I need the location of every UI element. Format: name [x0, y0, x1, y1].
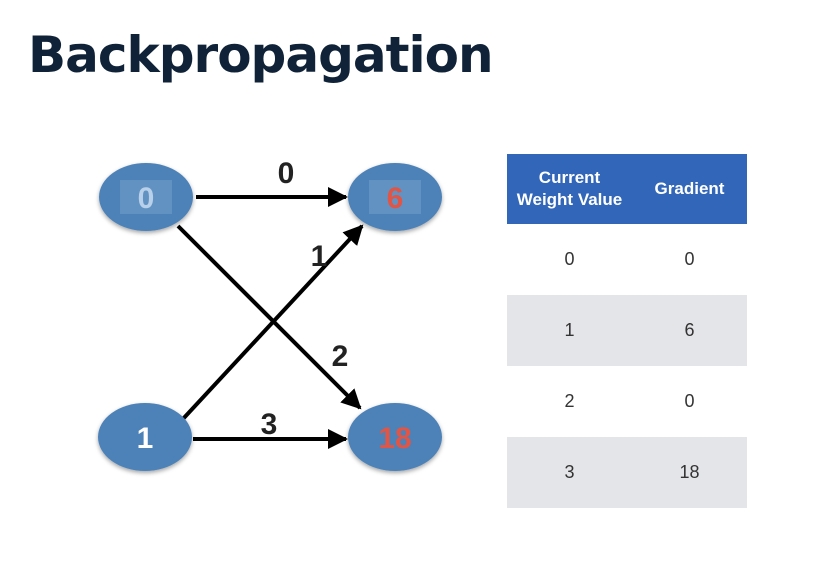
edge-2	[176, 224, 362, 410]
table-row: 0 0	[507, 224, 747, 295]
gradient-cell: 18	[632, 437, 747, 508]
weight-cell: 1	[507, 295, 632, 366]
weight-cell: 0	[564, 249, 575, 269]
edge-label-1: 1	[311, 240, 328, 273]
weight-cell: 2	[564, 391, 575, 411]
edge-label-2: 2	[332, 340, 349, 373]
table-row: 3 18	[507, 437, 747, 508]
gradient-cell: 0	[684, 249, 695, 269]
weight-cell: 3	[507, 437, 632, 508]
edge-label-3: 3	[261, 408, 278, 441]
output-node-0-label: 6	[387, 182, 404, 215]
output-node-0: 6	[348, 163, 442, 231]
table-row: 1 6	[507, 295, 747, 366]
input-node-0-label: 0	[138, 182, 155, 215]
input-node-0: 0	[99, 163, 193, 231]
header-gradient: Gradient	[632, 154, 747, 224]
gradient-cell: 0	[684, 391, 695, 411]
table-row: 2 0	[507, 366, 747, 437]
output-node-1: 18	[348, 403, 442, 471]
gradient-table: Current Weight Value Gradient 0 0 1 6 2 …	[507, 154, 747, 508]
edge-label-0: 0	[278, 157, 295, 190]
input-node-1: 1	[98, 403, 192, 471]
gradient-cell: 6	[632, 295, 747, 366]
output-node-1-label: 18	[378, 422, 411, 455]
input-node-1-label: 1	[137, 422, 154, 455]
table-header-row: Current Weight Value Gradient	[507, 154, 747, 224]
header-current-weight: Current Weight Value	[507, 154, 632, 224]
